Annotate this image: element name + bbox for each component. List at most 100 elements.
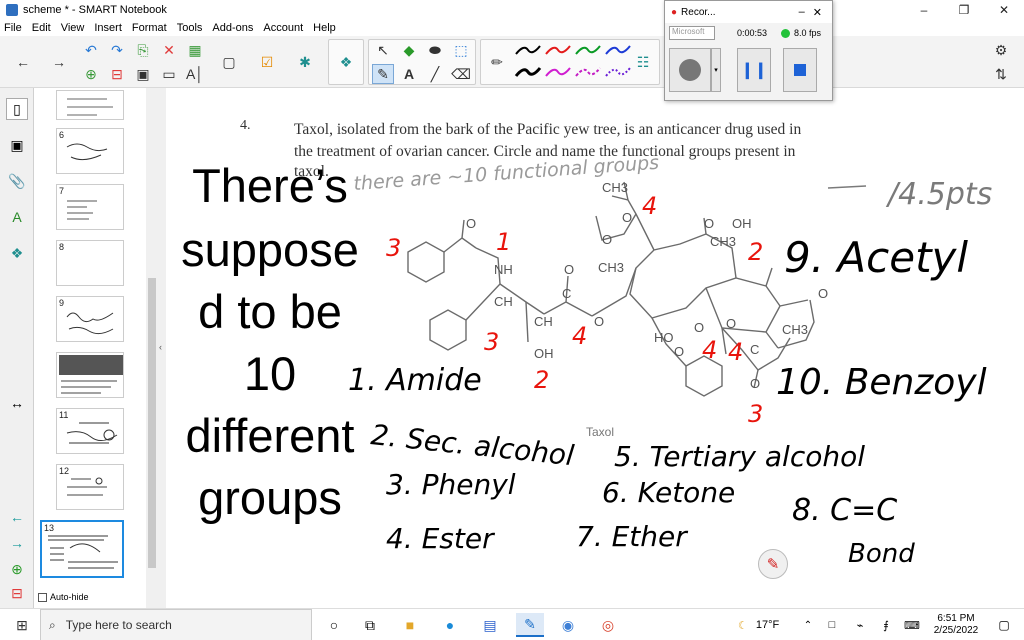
next-page-icon[interactable]: → [48, 52, 70, 72]
minimize-button[interactable]: – [904, 0, 944, 20]
table-icon[interactable]: ▦ [184, 40, 206, 60]
recorder-close-button[interactable]: ✕ [813, 6, 822, 19]
recorder-task-icon[interactable]: ◉ [556, 613, 580, 637]
attachments-tab-icon[interactable]: 📎 [6, 170, 28, 192]
pen-thick-black-swatch[interactable] [514, 62, 542, 82]
cortana-icon[interactable]: ○ [322, 613, 346, 637]
microphone-icon[interactable]: ⌁ [850, 613, 870, 637]
save-icon[interactable]: ▣ [132, 64, 154, 84]
file-explorer-icon[interactable]: ■ [398, 613, 422, 637]
edge-icon[interactable]: ● [438, 613, 462, 637]
paste-icon[interactable]: ⎘ [132, 40, 154, 60]
menu-help[interactable]: Help [313, 22, 336, 34]
sorter-scrollbar[interactable] [146, 88, 158, 608]
addon-icon[interactable]: ✱ [294, 52, 316, 72]
pen-red-swatch[interactable] [544, 40, 572, 60]
menu-edit[interactable]: Edit [32, 22, 51, 34]
menu-insert[interactable]: Insert [94, 22, 122, 34]
pen-dashed-swatch[interactable] [574, 62, 602, 82]
page-sorter-tab-icon[interactable]: ▯ [6, 98, 28, 120]
task-view-icon[interactable]: ⧉ [358, 613, 382, 637]
record-options-dropdown[interactable]: ▾ [711, 48, 721, 92]
pen-indicator-icon[interactable]: ✎ [758, 549, 788, 579]
panel-splitter[interactable]: ‹ [158, 88, 166, 608]
menu-file[interactable]: File [4, 22, 22, 34]
shape-tool-icon[interactable]: ◆ [398, 40, 420, 60]
addons-tab-icon[interactable]: ❖ [6, 242, 28, 264]
extensions-icon[interactable]: ❖ [335, 52, 357, 72]
previous-page-icon[interactable]: ← [12, 52, 34, 72]
page-thumbnail[interactable]: 7 [56, 184, 124, 230]
pen-black-swatch[interactable] [514, 40, 542, 60]
fill-icon[interactable]: ⬚ [450, 40, 472, 60]
maximize-button[interactable]: ❐ [944, 0, 984, 20]
activity-builder-icon[interactable]: ☑ [256, 52, 278, 72]
pen-tool-icon[interactable]: ✎ [372, 64, 394, 84]
show-hidden-icons[interactable]: ⌃ [800, 613, 816, 637]
delete-icon[interactable]: ✕ [158, 40, 180, 60]
menu-view[interactable]: View [61, 22, 85, 34]
menu-tools[interactable]: Tools [177, 22, 203, 34]
notifications-icon[interactable]: ▢ [992, 613, 1016, 637]
pen-type-icon[interactable]: ✏ [486, 52, 508, 72]
undo-icon[interactable]: ↶ [80, 40, 102, 60]
resize-sidebar-icon[interactable]: ↔ [6, 392, 28, 414]
taskbar-search-box[interactable]: ⌕ Type here to search [40, 609, 312, 640]
audio-source-select[interactable]: Microsoft [669, 26, 715, 40]
sidebar-delete-page-icon[interactable]: ⊟ [6, 582, 28, 604]
pause-button[interactable]: ❙❙ [737, 48, 771, 92]
search-icon: ⌕ [49, 617, 56, 632]
add-page-icon[interactable]: ⊕ [80, 64, 102, 84]
menu-addons[interactable]: Add-ons [212, 22, 253, 34]
text-tool-icon[interactable]: A [398, 64, 420, 84]
select-tool-icon[interactable]: ↖ [372, 40, 394, 60]
sidebar-next-icon[interactable]: → [6, 532, 28, 554]
volume-icon[interactable]: ⨎ [876, 613, 896, 637]
screen-shade-icon[interactable]: ▭ [158, 64, 180, 84]
page-thumbnail[interactable] [56, 352, 124, 398]
pen-magenta-swatch[interactable] [544, 62, 572, 82]
pen-dotted-swatch[interactable] [604, 62, 632, 82]
store-icon[interactable]: ▤ [478, 613, 502, 637]
sorter-scroll-thumb[interactable] [148, 278, 156, 568]
page-thumbnail[interactable]: 11 [56, 408, 124, 454]
menu-account[interactable]: Account [263, 22, 303, 34]
weather-widget[interactable]: ☾ 17°F [738, 613, 798, 637]
language-icon[interactable]: ⌨ [902, 613, 922, 637]
page-thumbnail[interactable]: 9 [56, 296, 124, 342]
network-icon[interactable]: □ [822, 613, 842, 637]
collapse-arrow-icon[interactable]: ‹ [159, 342, 162, 352]
redo-icon[interactable]: ↷ [106, 40, 128, 60]
chrome-icon[interactable]: ◎ [596, 613, 620, 637]
properties-gear-icon[interactable]: ⚙ [990, 40, 1012, 60]
recorder-minimize-button[interactable]: – [799, 6, 805, 18]
record-button[interactable] [669, 48, 711, 92]
page-thumbnail[interactable]: 8 [56, 240, 124, 286]
page-thumbnail[interactable]: 12 [56, 464, 124, 510]
handwriting-icon[interactable]: A│ [184, 64, 206, 84]
properties-tab-icon[interactable]: A [6, 206, 28, 228]
windows-start-icon[interactable]: ⊞ [8, 613, 36, 637]
menu-format[interactable]: Format [132, 22, 167, 34]
sidebar-prev-icon[interactable]: ← [6, 506, 28, 528]
toolbar-move-icon[interactable]: ⇅ [990, 64, 1012, 84]
page-thumbnail[interactable] [56, 90, 124, 120]
page-thumbnail-current[interactable]: 13 [40, 520, 124, 578]
pen-green-swatch[interactable] [574, 40, 602, 60]
notebook-page[interactable]: 4. Taxol, isolated from the bark of the … [166, 88, 1024, 608]
close-button[interactable]: ✕ [984, 0, 1024, 20]
line-tool-icon[interactable]: ╱ [424, 64, 446, 84]
sidebar-add-page-icon[interactable]: ⊕ [6, 558, 28, 580]
eraser-tool-icon[interactable]: ⌫ [450, 64, 472, 84]
autohide-checkbox[interactable]: Auto-hide [38, 592, 89, 602]
clock[interactable]: 6:51 PM 2/25/2022 [926, 613, 986, 637]
document-camera-icon[interactable]: ▢ [218, 52, 240, 72]
stop-button[interactable] [783, 48, 817, 92]
eraser-shape-icon[interactable]: ⬬ [424, 40, 446, 60]
color-palette-icon[interactable]: ☷ [632, 52, 654, 72]
gallery-tab-icon[interactable]: ▣ [6, 134, 28, 156]
pen-blue-swatch[interactable] [604, 40, 632, 60]
delete-page-icon[interactable]: ⊟ [106, 64, 128, 84]
smart-notebook-task-icon[interactable]: ✎ [516, 613, 544, 637]
page-thumbnail[interactable]: 6 [56, 128, 124, 174]
